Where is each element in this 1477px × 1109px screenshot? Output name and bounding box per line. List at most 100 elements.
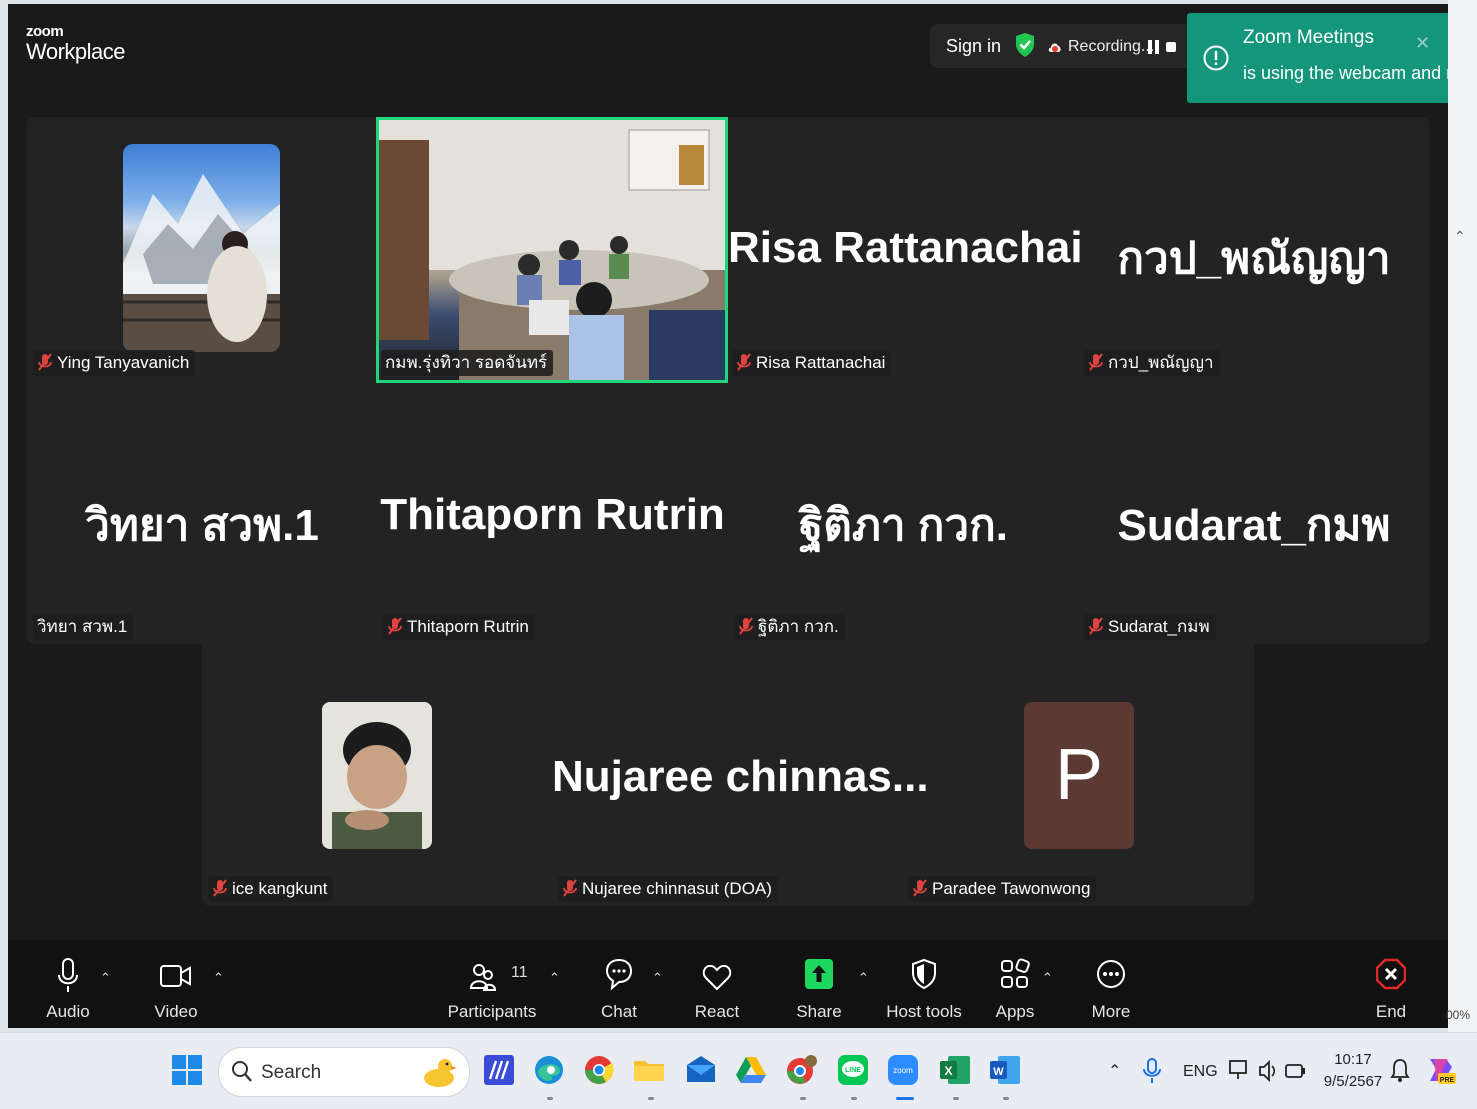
participant-tile[interactable]: Nujaree chinnas... Nujaree chinnasut (DO… — [552, 644, 929, 906]
end-meeting-button[interactable]: End — [1356, 940, 1426, 1028]
pause-recording-icon[interactable] — [1148, 40, 1160, 59]
logo-workplace-text: Workplace — [26, 39, 126, 64]
participant-video — [322, 702, 432, 849]
participant-tile[interactable]: ice kangkunt — [202, 644, 552, 906]
notification-bell-icon[interactable] — [1390, 1057, 1410, 1085]
participant-tile[interactable]: Ying Tanyavanich — [27, 117, 377, 380]
file-explorer-icon[interactable] — [632, 1053, 668, 1089]
participant-display-name: กวป_พณัญญา — [1117, 234, 1391, 283]
participant-name-tag: Nujaree chinnasut (DOA) — [558, 876, 778, 902]
code-editor-app-icon[interactable] — [482, 1053, 518, 1089]
edge-browser-icon[interactable] — [532, 1053, 568, 1089]
participant-name-tag: ice kangkunt — [208, 876, 334, 902]
participant-name-tag: Risa Rattanachai — [732, 350, 892, 376]
apps-icon — [1000, 958, 1030, 997]
participants-options-chevron-icon[interactable]: ⌃ — [549, 970, 560, 986]
participant-tile-active-speaker[interactable]: กมพ.รุ่งทิวา รอดจันทร์ — [376, 117, 728, 383]
recording-cloud-icon — [1047, 40, 1063, 59]
warning-info-icon — [1203, 45, 1229, 76]
zoom-app-icon[interactable]: zoom — [886, 1053, 922, 1089]
participant-name-tag: Thitaporn Rutrin — [383, 614, 535, 640]
participant-name: Risa Rattanachai — [756, 353, 886, 372]
chrome-browser-icon[interactable] — [582, 1053, 618, 1089]
recording-status: Recording... — [1068, 38, 1155, 55]
copilot-preview-icon[interactable]: PRE — [1424, 1053, 1460, 1089]
participant-display-name: Thitaporn Rutrin — [380, 490, 725, 539]
participant-tile[interactable]: Thitaporn Rutrin Thitaporn Rutrin — [377, 380, 728, 644]
tray-network-volume-battery-icons[interactable] — [1228, 1057, 1308, 1085]
chat-button[interactable]: Chat — [584, 940, 654, 1028]
participants-button[interactable]: Participants — [446, 940, 538, 1028]
apps-options-chevron-icon[interactable]: ⌃ — [1042, 970, 1053, 986]
end-meeting-icon — [1375, 958, 1407, 995]
participant-count-badge: 11 — [511, 964, 528, 981]
apps-button[interactable]: Apps — [980, 940, 1050, 1028]
participant-name: ฐิติภา กวก. — [758, 617, 839, 636]
input-language-indicator[interactable]: ENG — [1183, 1063, 1218, 1081]
zoom-meeting-window: zoom Workplace Sign in Recording... Ying… — [8, 4, 1448, 1028]
close-notification-icon[interactable]: ✕ — [1415, 33, 1430, 54]
mail-app-icon[interactable] — [684, 1053, 720, 1089]
participant-tile[interactable]: ฐิติภา กวก. ฐิติภา กวก. — [728, 380, 1079, 644]
tray-microphone-icon[interactable] — [1142, 1057, 1164, 1085]
windows-taskbar: Search LINE zoom X W ⌃ ENG 10:17 9/5/256… — [0, 1032, 1477, 1109]
video-options-chevron-icon[interactable]: ⌃ — [213, 970, 224, 986]
audio-options-chevron-icon[interactable]: ⌃ — [100, 970, 111, 986]
participant-avatar: P — [1024, 702, 1134, 849]
audio-button[interactable]: Audio — [28, 940, 108, 1028]
react-button[interactable]: React — [682, 940, 752, 1028]
windows-start-icon[interactable] — [170, 1053, 206, 1089]
participant-name: Thitaporn Rutrin — [407, 617, 529, 636]
host-tools-button[interactable]: Host tools — [884, 940, 964, 1028]
video-gallery-row-3: ice kangkunt Nujaree chinnas... Nujaree … — [202, 644, 1254, 906]
taskbar-search-box[interactable]: Search — [218, 1047, 470, 1097]
participant-display-name: Nujaree chinnas... — [552, 752, 929, 801]
participant-tile[interactable]: Risa Rattanachai Risa Rattanachai — [728, 117, 1083, 380]
scroll-up-chevron-icon[interactable]: ⌃ — [1454, 228, 1466, 245]
apps-label: Apps — [995, 1002, 1035, 1021]
search-icon — [231, 1060, 253, 1089]
logo-zoom-text: zoom — [26, 23, 64, 40]
more-button[interactable]: More — [1076, 940, 1146, 1028]
participant-display-name: ฐิติภา กวก. — [799, 501, 1008, 550]
search-placeholder: Search — [261, 1062, 322, 1083]
host-tools-label: Host tools — [886, 1002, 962, 1021]
participant-tile[interactable]: วิทยา สวพ.1 วิทยา สวพ.1 — [27, 380, 377, 644]
chat-label: Chat — [601, 1002, 637, 1021]
clock-date: 9/5/2567 — [1323, 1073, 1383, 1090]
line-app-icon[interactable]: LINE — [836, 1053, 872, 1089]
chat-options-chevron-icon[interactable]: ⌃ — [652, 970, 663, 986]
excel-app-icon[interactable]: X — [938, 1053, 974, 1089]
participant-name-tag: Paradee Tawonwong — [908, 876, 1097, 902]
google-drive-icon[interactable] — [734, 1053, 770, 1089]
meeting-toolbar: Audio ⌃ Video ⌃ Participants 11 ⌃ Chat ⌃ — [8, 940, 1448, 1028]
sign-in-button[interactable]: Sign in — [946, 36, 1001, 57]
stop-recording-icon[interactable] — [1166, 42, 1176, 52]
video-button[interactable]: Video — [136, 940, 216, 1028]
show-hidden-icons-chevron-icon[interactable]: ⌃ — [1108, 1061, 1121, 1081]
mic-muted-icon — [739, 617, 753, 635]
word-app-icon[interactable]: W — [988, 1053, 1024, 1089]
mic-muted-icon — [1089, 617, 1103, 635]
host-tools-shield-icon — [911, 958, 937, 995]
clock-time: 10:17 — [1334, 1051, 1372, 1068]
system-clock[interactable]: 10:17 9/5/2567 — [1318, 1049, 1388, 1093]
participant-name: กมพ.รุ่งทิวา รอดจันทร์ — [385, 353, 548, 372]
svg-text:W: W — [993, 1066, 1004, 1078]
chrome-profile-icon[interactable] — [784, 1053, 820, 1089]
participant-tile[interactable]: กวป_พณัญญา กวป_พณัญญา — [1079, 117, 1429, 380]
notification-title: Zoom Meetings — [1243, 27, 1374, 48]
share-label: Share — [796, 1002, 842, 1021]
running-indicator — [953, 1097, 959, 1100]
mic-muted-icon — [737, 353, 751, 371]
participant-tile[interactable]: Sudarat_กมพ Sudarat_กมพ — [1079, 380, 1429, 644]
share-options-chevron-icon[interactable]: ⌃ — [858, 970, 869, 986]
share-button[interactable]: Share — [784, 940, 854, 1028]
participant-name: วิทยา สวพ.1 — [37, 617, 128, 636]
video-gallery-row-1-2: Ying Tanyavanich กมพ.รุ่งทิวา รอดจันทร์ … — [27, 117, 1429, 644]
chat-icon — [605, 958, 633, 997]
encryption-shield-icon[interactable] — [1014, 32, 1036, 63]
participant-name: Sudarat_กมพ — [1108, 617, 1210, 636]
participant-name: Paradee Tawonwong — [932, 879, 1091, 898]
webcam-in-use-notification[interactable]: Zoom Meetings is using the webcam and mi… — [1187, 13, 1477, 103]
